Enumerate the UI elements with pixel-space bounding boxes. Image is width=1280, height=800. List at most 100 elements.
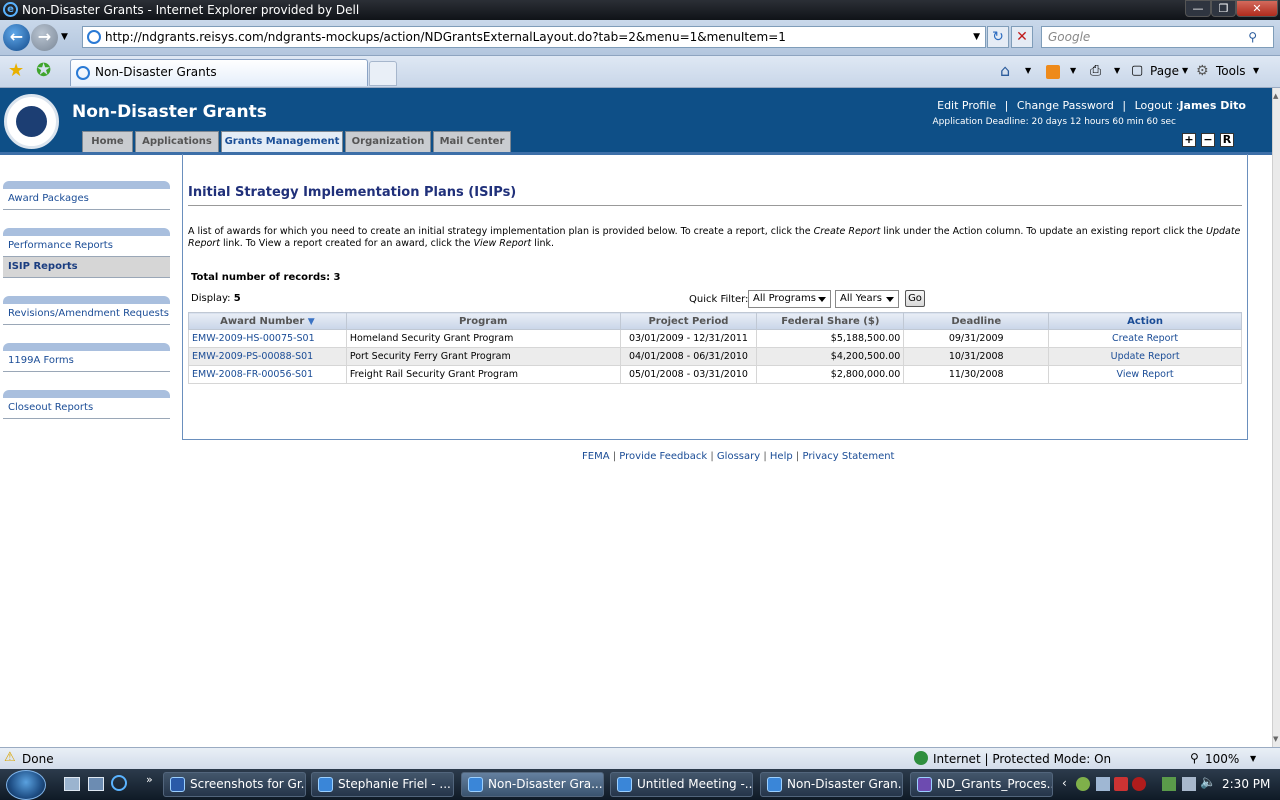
start-button[interactable] <box>6 770 46 800</box>
site-header: Non-Disaster Grants Edit Profile | Chang… <box>0 88 1272 152</box>
sidebar-item-performance-reports[interactable]: Performance Reports <box>3 236 170 257</box>
vertical-scrollbar[interactable]: ▲ ▼ <box>1272 88 1280 747</box>
footer-link-glossary[interactable]: Glossary <box>717 451 760 462</box>
maximize-button[interactable]: ❐ <box>1211 0 1236 17</box>
refresh-icon[interactable]: ↻ <box>987 26 1009 48</box>
feeds-icon[interactable] <box>1046 65 1060 79</box>
col-award-number[interactable]: Award Number ▼ <box>188 312 347 330</box>
sidebar-item-award-packages[interactable]: Award Packages <box>3 189 170 210</box>
switch-windows-icon[interactable] <box>88 777 104 791</box>
word-icon <box>170 777 185 792</box>
taskbar-item[interactable]: Untitled Meeting -... <box>610 772 753 797</box>
col-deadline[interactable]: Deadline <box>903 312 1050 330</box>
sidebar-item-isip-reports[interactable]: ISIP Reports <box>3 257 170 278</box>
footer-link-feedback[interactable]: Provide Feedback <box>619 451 707 462</box>
view-report-link[interactable]: View Report <box>1048 365 1242 384</box>
feeds-dropdown-icon[interactable]: ▼ <box>1070 62 1076 80</box>
search-icon[interactable]: ⚲ <box>1248 27 1257 47</box>
col-project-period[interactable]: Project Period <box>619 312 758 330</box>
print-icon[interactable]: ⎙ <box>1090 62 1101 80</box>
expand-button[interactable]: + <box>1182 133 1196 147</box>
show-desktop-icon[interactable] <box>64 777 80 791</box>
devices-tray-icon[interactable] <box>1182 777 1196 791</box>
security-tray-icon[interactable] <box>1114 777 1128 791</box>
network-tray-icon[interactable] <box>1096 777 1110 791</box>
edit-profile-link[interactable]: Edit Profile <box>937 99 996 112</box>
mcafee-tray-icon[interactable] <box>1132 777 1146 791</box>
taskbar-clock[interactable]: 2:30 PM <box>1222 777 1270 791</box>
home-dropdown-icon[interactable]: ▼ <box>1025 62 1031 80</box>
close-window-button[interactable]: ✕ <box>1236 0 1278 17</box>
update-report-link[interactable]: Update Report <box>1048 347 1242 366</box>
zone-text[interactable]: Internet | Protected Mode: On <box>933 752 1111 766</box>
power-tray-icon[interactable] <box>1162 777 1176 791</box>
sidebar-item-1199a-forms[interactable]: 1199A Forms <box>3 351 170 372</box>
tray-expand-icon[interactable]: ‹ <box>1062 776 1067 790</box>
page-icon[interactable]: ▢ <box>1131 62 1143 80</box>
home-icon[interactable]: ⌂ <box>1000 62 1010 80</box>
quick-filter-label: Quick Filter: <box>689 294 749 305</box>
stop-icon[interactable]: ✕ <box>1011 26 1033 48</box>
scroll-down-icon[interactable]: ▼ <box>1273 735 1278 743</box>
go-button[interactable]: Go <box>905 290 925 307</box>
add-favorites-icon[interactable]: ✪ <box>36 60 51 81</box>
back-button[interactable]: ← <box>3 24 30 51</box>
favorites-star-icon[interactable]: ★ <box>8 60 24 81</box>
taskbar-item[interactable]: Non-Disaster Gran... <box>760 772 903 797</box>
address-dropdown-icon[interactable]: ▼ <box>973 27 980 47</box>
forward-button[interactable]: → <box>31 24 58 51</box>
sidebar-group-header <box>3 390 170 398</box>
footer-link-fema[interactable]: FEMA <box>582 451 610 462</box>
taskbar-item[interactable]: ND_Grants_Proces... <box>910 772 1053 797</box>
tools-menu[interactable]: Tools <box>1216 62 1246 80</box>
award-number-link[interactable]: EMW-2008-FR-00056-S01 <box>188 365 347 384</box>
reset-button[interactable]: R <box>1220 133 1234 147</box>
table-row: EMW-2009-HS-00075-S01 Homeland Security … <box>188 329 1242 348</box>
tools-dropdown-icon[interactable]: ▼ <box>1253 62 1259 80</box>
taskbar-item-label: Untitled Meeting -... <box>637 777 753 791</box>
tools-gear-icon[interactable]: ⚙ <box>1196 62 1209 80</box>
tab-grants-management[interactable]: Grants Management <box>221 131 343 152</box>
recent-pages-dropdown-icon[interactable]: ▼ <box>61 32 68 42</box>
quicklaunch-more-icon[interactable]: » <box>146 773 153 786</box>
program-filter-select[interactable]: All Programs <box>748 290 831 308</box>
sidebar-item-closeout-reports[interactable]: Closeout Reports <box>3 398 170 419</box>
zoom-dropdown-icon[interactable]: ▼ <box>1250 754 1256 763</box>
taskbar-item[interactable]: Screenshots for Gr... <box>163 772 306 797</box>
tab-non-disaster-grants[interactable]: Non-Disaster Grants <box>70 59 368 86</box>
sidebar-item-revisions[interactable]: Revisions/Amendment Requests <box>3 304 170 325</box>
ie-icon <box>468 777 483 792</box>
volume-tray-icon[interactable]: 🔈 <box>1200 775 1216 790</box>
taskbar-item[interactable]: Stephanie Friel - ... <box>311 772 454 797</box>
tab-organization[interactable]: Organization <box>345 131 431 152</box>
logout-link[interactable]: Logout : <box>1135 99 1180 112</box>
tab-applications[interactable]: Applications <box>135 131 219 152</box>
scroll-up-icon[interactable]: ▲ <box>1273 92 1278 100</box>
minimize-button[interactable]: — <box>1185 0 1211 17</box>
col-label: Award Number <box>220 315 305 327</box>
taskbar-item-active[interactable]: Non-Disaster Gra... <box>461 772 604 797</box>
create-report-link[interactable]: Create Report <box>1048 329 1242 348</box>
year-filter-select[interactable]: All Years <box>835 290 899 308</box>
zoom-level[interactable]: 100% <box>1205 752 1239 766</box>
tab-mail-center[interactable]: Mail Center <box>433 131 511 152</box>
tab-home[interactable]: Home <box>82 131 133 152</box>
col-program[interactable]: Program <box>345 312 621 330</box>
new-tab-button[interactable] <box>369 61 397 86</box>
award-number-link[interactable]: EMW-2009-HS-00075-S01 <box>188 329 347 348</box>
footer-link-help[interactable]: Help <box>770 451 793 462</box>
page-dropdown-icon[interactable]: ▼ <box>1182 62 1188 80</box>
footer-link-privacy[interactable]: Privacy Statement <box>802 451 894 462</box>
address-bar[interactable]: http://ndgrants.reisys.com/ndgrants-mock… <box>82 26 986 48</box>
sort-desc-icon[interactable]: ▼ <box>308 317 315 327</box>
page-menu[interactable]: Page <box>1150 62 1179 80</box>
search-placeholder: Google <box>1048 30 1091 44</box>
change-password-link[interactable]: Change Password <box>1017 99 1114 112</box>
search-input[interactable]: Google ⚲ <box>1041 26 1274 48</box>
messenger-tray-icon[interactable] <box>1076 777 1090 791</box>
print-dropdown-icon[interactable]: ▼ <box>1114 62 1120 80</box>
col-federal-share[interactable]: Federal Share ($) <box>756 312 905 330</box>
award-number-link[interactable]: EMW-2009-PS-00088-S01 <box>188 347 347 366</box>
collapse-button[interactable]: − <box>1201 133 1215 147</box>
ie-quicklaunch-icon[interactable] <box>111 775 127 791</box>
